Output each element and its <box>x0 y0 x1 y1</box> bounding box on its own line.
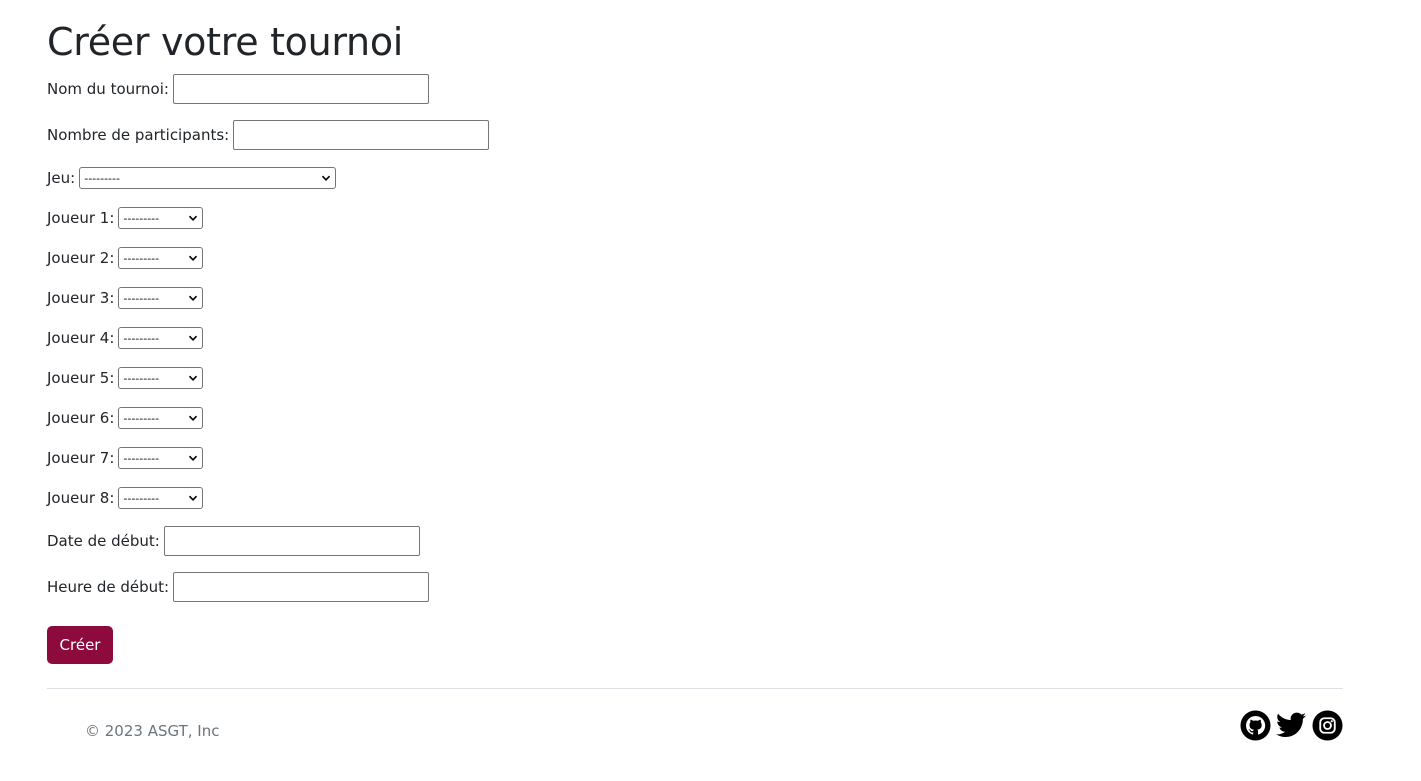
player-label: Joueur 8: <box>47 489 115 507</box>
chevron-down-icon <box>189 455 198 461</box>
player-label: Joueur 4: <box>47 329 115 347</box>
chevron-down-icon <box>189 215 198 221</box>
start-time-input[interactable] <box>173 572 430 602</box>
start-date-row: Date de début: <box>47 526 420 556</box>
instagram-link[interactable] <box>1311 709 1343 741</box>
participants-input[interactable] <box>233 120 490 150</box>
copyright-text: © 2023 ASGT, Inc <box>85 722 220 740</box>
twitter-link[interactable] <box>1275 709 1307 741</box>
chevron-down-icon <box>189 495 198 501</box>
instagram-icon <box>1311 709 1343 741</box>
social-links <box>1239 709 1343 741</box>
tournament-name-label: Nom du tournoi: <box>47 80 169 98</box>
game-row: Jeu: --------- <box>47 163 337 193</box>
player-1-select[interactable]: --------- <box>118 207 204 229</box>
chevron-down-icon <box>189 375 198 381</box>
player-label: Joueur 7: <box>47 449 115 467</box>
player-row: Joueur 2: --------- <box>47 243 204 273</box>
player-select-value: --------- <box>123 411 160 425</box>
player-label: Joueur 5: <box>47 369 115 387</box>
participants-label: Nombre de participants: <box>47 126 230 144</box>
player-row: Joueur 6: --------- <box>47 403 204 433</box>
player-row: Joueur 3: --------- <box>47 283 204 313</box>
game-select[interactable]: --------- <box>79 167 337 189</box>
game-select-value: --------- <box>84 171 120 185</box>
player-select-value: --------- <box>123 291 160 305</box>
participants-row: Nombre de participants: <box>47 120 490 150</box>
player-select-value: --------- <box>123 371 160 385</box>
player-2-select[interactable]: --------- <box>118 247 204 269</box>
player-label: Joueur 2: <box>47 249 115 267</box>
chevron-down-icon <box>189 295 198 301</box>
player-select-value: --------- <box>123 251 160 265</box>
create-button[interactable]: Créer <box>47 626 113 664</box>
player-label: Joueur 3: <box>47 289 115 307</box>
start-time-label: Heure de début: <box>47 578 170 596</box>
player-select-value: --------- <box>123 491 160 505</box>
player-label: Joueur 6: <box>47 409 115 427</box>
game-label: Jeu: <box>47 169 76 187</box>
start-date-input[interactable] <box>163 526 420 556</box>
player-row: Joueur 7: --------- <box>47 443 204 473</box>
chevron-down-icon <box>189 415 198 421</box>
player-4-select[interactable]: --------- <box>118 327 204 349</box>
github-icon <box>1239 709 1271 741</box>
tournament-name-row: Nom du tournoi: <box>47 74 429 104</box>
start-time-row: Heure de début: <box>47 572 430 602</box>
player-row: Joueur 4: --------- <box>47 323 204 353</box>
chevron-down-icon <box>322 175 331 181</box>
player-7-select[interactable]: --------- <box>118 447 204 469</box>
github-link[interactable] <box>1239 709 1271 741</box>
player-row: Joueur 8: --------- <box>47 483 204 513</box>
player-5-select[interactable]: --------- <box>118 367 204 389</box>
footer-divider <box>47 688 1343 689</box>
page-title: Créer votre tournoi <box>47 20 404 64</box>
start-date-label: Date de début: <box>47 532 160 550</box>
chevron-down-icon <box>189 335 198 341</box>
tournament-name-input[interactable] <box>172 74 429 104</box>
player-label: Joueur 1: <box>47 209 115 227</box>
chevron-down-icon <box>189 255 198 261</box>
player-6-select[interactable]: --------- <box>118 407 204 429</box>
player-8-select[interactable]: --------- <box>118 487 204 509</box>
player-3-select[interactable]: --------- <box>118 287 204 309</box>
player-row: Joueur 1: --------- <box>47 203 204 233</box>
twitter-icon <box>1276 712 1306 737</box>
player-select-value: --------- <box>123 211 160 225</box>
player-select-value: --------- <box>123 331 160 345</box>
player-select-value: --------- <box>123 451 160 465</box>
player-row: Joueur 5: --------- <box>47 363 204 393</box>
